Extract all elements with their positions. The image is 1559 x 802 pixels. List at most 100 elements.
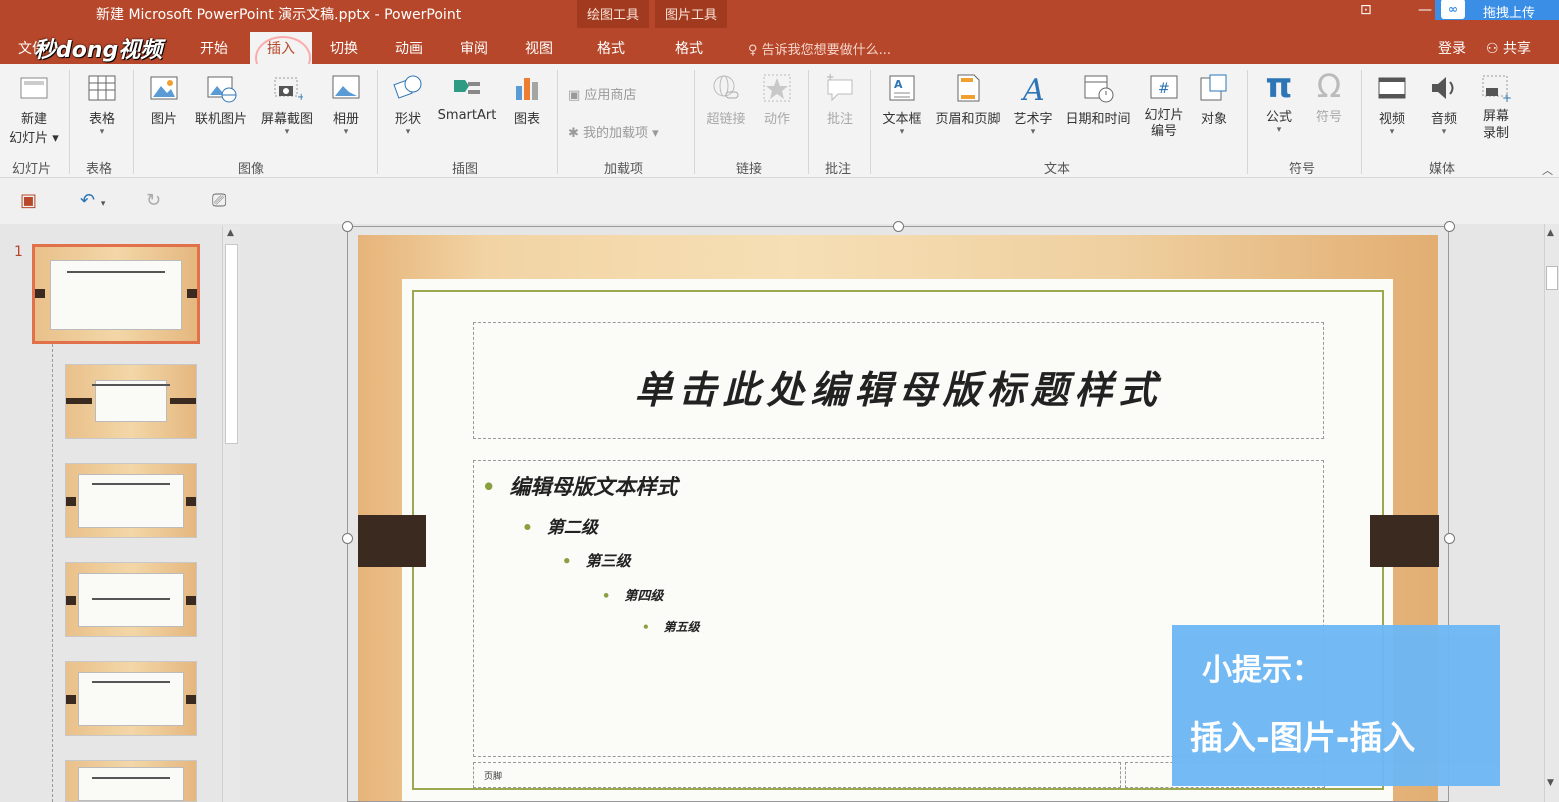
thumbnail-layout[interactable] (65, 760, 197, 802)
header-footer-button[interactable]: 页眉和页脚 (930, 72, 1006, 127)
tell-me-box[interactable]: ♀ 告诉我您想要做什么... (748, 39, 891, 58)
scrollbar-thumb[interactable] (1546, 266, 1558, 290)
thumbnail-scrollbar[interactable]: ▲ (222, 226, 240, 802)
shapes-label: 形状 (394, 112, 421, 127)
tab-review[interactable]: 审阅 (460, 38, 488, 58)
thumbnail-title-line (92, 777, 170, 779)
upload-button[interactable]: ∞ 拖拽上传 (1435, 0, 1559, 21)
thumbnail-clip (186, 694, 196, 704)
picture-button[interactable]: 图片 (142, 72, 186, 127)
new-slide-button[interactable]: 新建 幻灯片 ▾ (6, 72, 62, 146)
tab-animations[interactable]: 动画 (395, 38, 423, 58)
table-button[interactable]: 表格 ▾ (80, 72, 124, 137)
separator (870, 70, 871, 174)
collapse-ribbon-icon[interactable]: ︿ (1542, 162, 1553, 178)
video-button[interactable]: 视频 ▾ (1370, 72, 1414, 137)
object-button[interactable]: 对象 (1194, 72, 1234, 127)
store-button[interactable]: ▣ 应用商店 (568, 84, 636, 103)
textbox-label: 文本框 (882, 112, 922, 127)
symbol-label: 符号 (1315, 110, 1342, 125)
tip-text: 插入-图片-插入 (1190, 718, 1416, 757)
editor-scrollbar[interactable]: ▲ ▼ (1544, 224, 1559, 802)
share-label: 共享 (1503, 41, 1532, 57)
wordart-icon: A (1020, 73, 1045, 104)
thumbnail-layout[interactable] (65, 463, 197, 538)
date-time-button[interactable]: 日期和时间 (1060, 72, 1136, 127)
picture-label: 图片 (150, 112, 177, 127)
redo-icon[interactable]: ↻ (146, 190, 161, 211)
ribbon-display-options-icon[interactable]: ⊡ (1360, 2, 1372, 18)
thumbnail-master[interactable] (32, 244, 200, 344)
equation-label: 公式 (1265, 110, 1292, 125)
watermark-logo: 秒dong视频 (34, 38, 163, 63)
svg-text:A: A (1020, 73, 1045, 104)
resize-handle[interactable] (893, 221, 904, 232)
smartart-button[interactable]: SmartArt (434, 72, 500, 123)
tab-view[interactable]: 视图 (525, 38, 553, 58)
slide-number-button[interactable]: # 幻灯片编号 (1140, 72, 1188, 140)
resize-handle[interactable] (1444, 533, 1455, 544)
equation-button[interactable]: π 公式 ▾ (1258, 69, 1300, 135)
chart-label: 图表 (513, 112, 540, 127)
thumbnail-layout[interactable] (65, 661, 197, 736)
person-icon: ⚇ (1486, 41, 1504, 57)
bullet: • (602, 589, 611, 604)
header-footer-icon (957, 74, 980, 102)
hyperlink-label: 超链接 (706, 112, 746, 127)
screen-recording-button[interactable]: + 屏幕录制 (1474, 72, 1518, 142)
footer-placeholder[interactable]: 页脚 (473, 762, 1121, 788)
scroll-up-icon[interactable]: ▲ (1547, 228, 1554, 238)
bullet: • (562, 552, 572, 570)
tab-home[interactable]: 开始 (200, 38, 228, 58)
resize-handle[interactable] (342, 533, 353, 544)
cloud-icon: ∞ (1441, 0, 1465, 19)
screenshot-button[interactable]: + 屏幕截图 ▾ (255, 72, 319, 137)
svg-text:+: + (297, 92, 303, 103)
table-label: 表格 (88, 112, 115, 127)
thumbnail-layout[interactable] (65, 364, 197, 439)
tab-format-picture[interactable]: 格式 (675, 38, 703, 58)
save-icon[interactable]: ▣ (20, 190, 37, 211)
minimize-icon[interactable]: — (1418, 2, 1432, 18)
video-label: 视频 (1378, 112, 1405, 127)
drawing-tools-title: 绘图工具 (586, 8, 639, 23)
group-label-images: 图像 (238, 162, 265, 177)
comment-button[interactable]: + 批注 (818, 72, 862, 127)
share-button[interactable]: ⚇ 共享 (1486, 38, 1531, 58)
shapes-button[interactable]: 形状 ▾ (386, 72, 430, 137)
action-button[interactable]: 动作 (756, 72, 798, 127)
symbol-button[interactable]: Ω 符号 (1308, 70, 1350, 125)
tab-transitions[interactable]: 切换 (330, 38, 358, 58)
slide-thumbnail-pane: 1 ▲ (0, 224, 245, 802)
thumbnail-clip (186, 496, 196, 506)
resize-handle[interactable] (342, 221, 353, 232)
photo-album-button[interactable]: 相册 ▾ (324, 72, 368, 137)
hyperlink-icon (713, 75, 739, 99)
hyperlink-button[interactable]: 超链接 (702, 72, 750, 127)
text-level-5-label: 第五级 (663, 620, 700, 634)
resize-handle[interactable] (1444, 221, 1455, 232)
scroll-down-icon[interactable]: ▼ (1547, 778, 1554, 788)
wordart-button[interactable]: A 艺术字 ▾ (1010, 72, 1056, 137)
tip-overlay: 小提示： 插入-图片-插入 (1172, 625, 1500, 786)
text-level-2-label: 第二级 (546, 518, 598, 538)
scrollbar-thumb[interactable] (225, 244, 238, 444)
photo-album-label: 相册 (332, 112, 359, 127)
undo-icon[interactable]: ↶ ▾ (80, 190, 105, 211)
thumbnail-layout[interactable] (65, 562, 197, 637)
title-placeholder[interactable]: 单击此处编辑母版标题样式 (473, 322, 1324, 439)
login-link[interactable]: 登录 (1438, 38, 1466, 58)
textbox-button[interactable]: A 文本框 ▾ (878, 72, 926, 137)
text-level-5: • 第五级 (642, 618, 700, 635)
scroll-up-icon[interactable]: ▲ (227, 228, 234, 238)
online-picture-button[interactable]: 联机图片 (190, 72, 252, 127)
audio-button[interactable]: 音频 ▾ (1422, 72, 1466, 137)
chart-button[interactable]: 图表 (507, 72, 547, 127)
presentation-icon[interactable]: ⎚ (212, 190, 226, 211)
my-addins-button[interactable]: ✱ 我的加载项 ▾ (568, 122, 659, 141)
screen-recording-icon: + (1482, 75, 1512, 104)
new-slide-label-2: 幻灯片 (9, 131, 49, 146)
separator (69, 70, 70, 174)
tab-format-drawing[interactable]: 格式 (597, 38, 625, 58)
screen-recording-label: 屏幕录制 (1482, 109, 1509, 141)
